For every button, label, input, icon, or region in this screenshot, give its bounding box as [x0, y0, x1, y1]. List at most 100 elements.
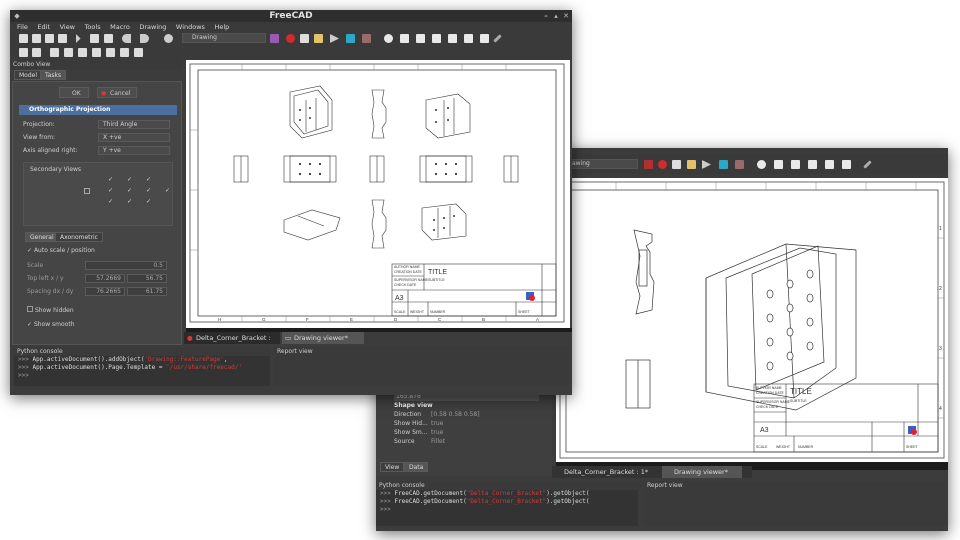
- doc-tab-drawing-viewer[interactable]: Drawing viewer*: [662, 466, 742, 478]
- workbench-selector[interactable]: awing: [562, 159, 638, 169]
- measure-icon[interactable]: [863, 160, 872, 169]
- run-macro-icon[interactable]: [702, 160, 711, 169]
- redo-icon[interactable]: [140, 34, 149, 43]
- new-icon[interactable]: [19, 34, 28, 43]
- stop-icon[interactable]: [658, 160, 667, 169]
- property-row-source[interactable]: Source Fillet: [394, 437, 549, 446]
- top-view-icon[interactable]: [416, 34, 425, 43]
- view-fit-icon[interactable]: [719, 160, 728, 169]
- python-console-2[interactable]: >>> FreeCAD.getDocument("Delta_Corner_Br…: [376, 490, 638, 526]
- report-view[interactable]: [274, 356, 568, 386]
- view-check-4[interactable]: ✓: [108, 188, 113, 194]
- tab-model[interactable]: Model: [14, 70, 43, 80]
- view-check-3[interactable]: ✓: [146, 177, 151, 183]
- property-row-direction[interactable]: Direction [0.58 0.58 0.58]: [394, 410, 549, 419]
- edit-macro-icon[interactable]: [687, 160, 696, 169]
- drawing-sheet-back[interactable]: AUTHOR NAME CREATION DATE SUPERVISOR NAM…: [556, 178, 948, 462]
- view-check-2[interactable]: ✓: [127, 177, 132, 183]
- tab-general[interactable]: General: [25, 232, 59, 242]
- top-left-y-input[interactable]: 56.75: [127, 274, 167, 283]
- view-check-10[interactable]: ✓: [146, 199, 151, 205]
- primary-view-check[interactable]: [84, 188, 90, 194]
- top-left-x-input[interactable]: 57.2669: [85, 274, 125, 283]
- doc-tab-drawing-viewer-front[interactable]: ▭ Drawing viewer*: [282, 332, 364, 344]
- undo-icon[interactable]: [122, 34, 131, 43]
- tab-axonometric[interactable]: Axonometric: [55, 232, 103, 242]
- view-isometric-icon[interactable]: [757, 160, 766, 169]
- stop-macro-icon[interactable]: [300, 34, 309, 43]
- view-check-7[interactable]: ✓: [165, 188, 170, 194]
- view-rear-icon[interactable]: [825, 160, 834, 169]
- annotation-icon[interactable]: [92, 48, 101, 57]
- view-top-icon[interactable]: [791, 160, 800, 169]
- ok-button[interactable]: OK: [59, 87, 89, 98]
- export-page-icon[interactable]: [134, 48, 143, 57]
- rear-view-icon[interactable]: [448, 34, 457, 43]
- report-view-2[interactable]: [644, 490, 948, 526]
- insert-view-icon[interactable]: [50, 48, 59, 57]
- auto-scale-checkbox[interactable]: ✓ Auto scale / position: [27, 246, 95, 255]
- property-row-show-hidden[interactable]: Show Hid... true: [394, 419, 549, 428]
- paste-icon[interactable]: [104, 34, 113, 43]
- print-icon[interactable]: [58, 34, 67, 43]
- view-from-select[interactable]: X +ve: [98, 133, 170, 142]
- view-front-icon[interactable]: [774, 160, 783, 169]
- menubar: File Edit View Tools Macro Drawing Windo…: [10, 22, 572, 31]
- bottom-view-icon[interactable]: [464, 34, 473, 43]
- tab-view[interactable]: View: [380, 462, 405, 472]
- window-menu-icon[interactable]: ◆: [13, 12, 21, 20]
- record-icon[interactable]: [644, 160, 653, 169]
- view-check-6[interactable]: ✓: [146, 188, 151, 194]
- view-check-9[interactable]: ✓: [127, 199, 132, 205]
- macro-icon[interactable]: [672, 160, 681, 169]
- tab-tasks[interactable]: Tasks: [40, 70, 67, 80]
- tab-data[interactable]: Data: [404, 462, 429, 472]
- execute-macro-icon[interactable]: [330, 34, 339, 43]
- view-right-icon[interactable]: [808, 160, 817, 169]
- minimize-icon[interactable]: –: [542, 12, 550, 20]
- cancel-button[interactable]: ● Cancel: [97, 87, 137, 98]
- spacing-y-input[interactable]: 61.75: [127, 287, 167, 296]
- close-icon[interactable]: ✕: [562, 12, 570, 20]
- workbench-selector-front[interactable]: Drawing: [182, 33, 266, 43]
- spacing-x-input[interactable]: 76.2665: [85, 287, 125, 296]
- right-view-icon[interactable]: [432, 34, 441, 43]
- maximize-icon[interactable]: ▴: [552, 12, 560, 20]
- clip-icon[interactable]: [106, 48, 115, 57]
- draw-style-icon[interactable]: [735, 160, 744, 169]
- projection-select[interactable]: Third Angle: [98, 120, 170, 129]
- axis-right-select[interactable]: Y +ve: [98, 146, 170, 155]
- new-a3-page-icon[interactable]: [32, 48, 41, 57]
- open-browser-icon[interactable]: [78, 48, 87, 57]
- open-icon[interactable]: [32, 34, 41, 43]
- whats-this-icon[interactable]: [270, 34, 279, 43]
- show-hidden-checkbox[interactable]: Show hidden: [27, 306, 74, 315]
- fit-all-icon[interactable]: [346, 34, 355, 43]
- measure-distance-icon[interactable]: [493, 34, 502, 43]
- drawing-sheet-front[interactable]: H G F E D C B A AUTHOR NAME CREATION DAT…: [186, 60, 570, 328]
- new-page-icon[interactable]: [19, 48, 28, 57]
- ortho-views-icon[interactable]: [64, 48, 73, 57]
- show-smooth-checkbox[interactable]: ✓ Show smooth: [27, 320, 75, 329]
- left-view-icon[interactable]: [480, 34, 489, 43]
- python-console[interactable]: >>> App.activeDocument().addObject('Draw…: [14, 356, 270, 386]
- property-row-show-smooth[interactable]: Show Sm... true: [394, 428, 549, 437]
- task-box-header[interactable]: Orthographic Projection: [19, 105, 177, 115]
- view-check-1[interactable]: ✓: [108, 177, 113, 183]
- refresh-icon[interactable]: [164, 34, 173, 43]
- copy-icon[interactable]: [90, 34, 99, 43]
- view-check-5[interactable]: ✓: [127, 188, 132, 194]
- doc-tab-bracket-front[interactable]: ●Delta_Corner_Bracket : 1*: [184, 332, 280, 354]
- drawstyle-icon[interactable]: [362, 34, 371, 43]
- view-bottom-icon[interactable]: [842, 160, 851, 169]
- view-check-8[interactable]: ✓: [108, 199, 113, 205]
- cut-icon[interactable]: [76, 34, 85, 43]
- macros-icon[interactable]: [314, 34, 323, 43]
- record-macro-icon[interactable]: [286, 34, 295, 43]
- save-icon[interactable]: [45, 34, 54, 43]
- symbol-icon[interactable]: [120, 48, 129, 57]
- scale-input[interactable]: 0.5: [85, 261, 167, 270]
- front-view-icon[interactable]: [400, 34, 409, 43]
- secondary-views-label: Secondary Views: [30, 166, 82, 173]
- isometric-icon[interactable]: [384, 34, 393, 43]
